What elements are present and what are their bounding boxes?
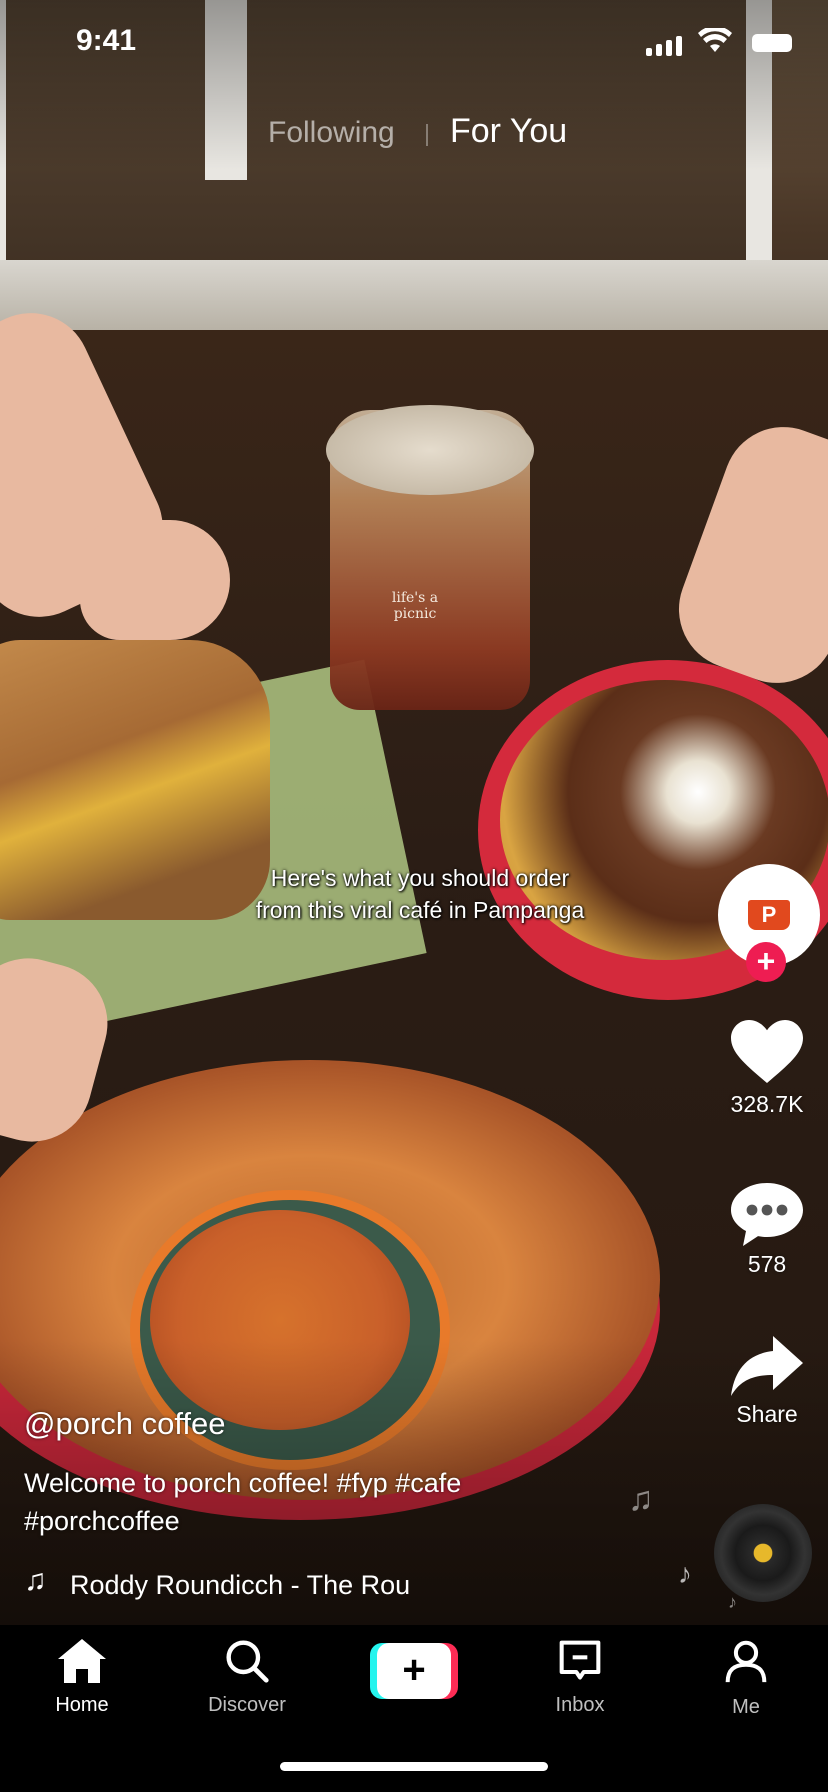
status-time: 9:41 (76, 24, 137, 57)
video-overlay-text: Here's what you should order from this v… (190, 862, 650, 926)
tab-for-you[interactable]: For You (450, 112, 567, 151)
create-button[interactable]: + (370, 1643, 458, 1699)
share-label: Share (736, 1401, 798, 1427)
battery-icon (752, 34, 792, 52)
comment-button[interactable]: 578 (712, 1180, 822, 1278)
tab-me-label: Me (732, 1696, 760, 1718)
plus-icon: + (377, 1643, 451, 1699)
sound-title[interactable]: Roddy Roundicch - The Rou (70, 1570, 410, 1601)
video-player[interactable]: life's a picnic Here's what you should o… (0, 0, 828, 1625)
hand-left-fingers (80, 520, 230, 640)
share-button[interactable]: Share (712, 1336, 822, 1428)
music-note-icon: ♫ (628, 1480, 654, 1518)
home-icon (58, 1639, 106, 1683)
comment-count: 578 (747, 1251, 787, 1277)
like-button[interactable]: 328.7K (712, 1020, 822, 1118)
share-icon (731, 1336, 803, 1396)
screen: life's a picnic Here's what you should o… (0, 0, 828, 1792)
creator-logo: P (748, 900, 790, 930)
search-icon (226, 1640, 269, 1683)
inbox-icon (559, 1640, 601, 1680)
tab-home[interactable]: Home (22, 1639, 142, 1717)
tab-inbox[interactable]: Inbox (520, 1639, 640, 1717)
overlay-text-line1: Here's what you should order (270, 865, 570, 891)
music-note-icon: ♪ (728, 1592, 737, 1612)
tab-discover[interactable]: Discover (187, 1639, 307, 1717)
cellular-signal-icon (646, 34, 686, 56)
heart-icon (731, 1020, 803, 1083)
post-username[interactable]: @porch coffee (24, 1406, 226, 1442)
music-disc-icon[interactable] (714, 1504, 812, 1602)
music-note-icon: ♫ (24, 1564, 47, 1597)
feed-tabs: Following For You (0, 108, 828, 158)
wifi-icon (698, 28, 732, 52)
overlay-text-line2: from this viral café in Pampanga (255, 897, 585, 923)
tab-inbox-label: Inbox (555, 1694, 605, 1716)
follow-button[interactable]: + (746, 942, 786, 982)
tab-home-label: Home (55, 1694, 109, 1716)
like-count: 328.7K (730, 1091, 804, 1117)
tab-following[interactable]: Following (268, 116, 395, 150)
comment-icon (731, 1183, 803, 1246)
home-indicator (280, 1762, 548, 1771)
tab-discover-label: Discover (208, 1694, 286, 1716)
music-note-icon: ♪ (678, 1558, 692, 1589)
window-sill (0, 260, 828, 330)
cup-logo: life's a picnic (391, 590, 439, 622)
post-caption[interactable]: Welcome to porch coffee! #fyp #cafe #por… (24, 1464, 544, 1540)
status-bar: 9:41 (0, 0, 828, 88)
tab-divider (426, 124, 428, 146)
tab-me[interactable]: Me (686, 1639, 806, 1719)
cup-lid (326, 405, 534, 495)
profile-icon (725, 1640, 767, 1683)
bottom-tab-bar: Home Discover + Inbox Me (0, 1625, 828, 1792)
